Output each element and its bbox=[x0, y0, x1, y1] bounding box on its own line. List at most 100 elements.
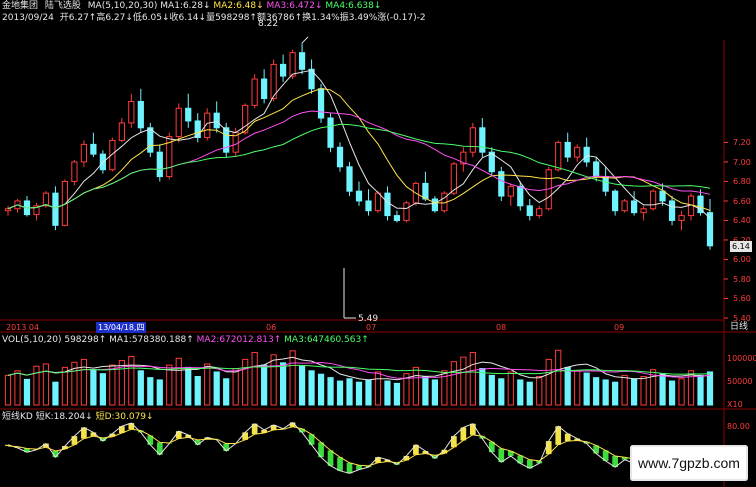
volume-bar bbox=[261, 364, 268, 406]
header-line-2: 2013/09/24 开6.27↑高6.27↓低6.05↓收6.14↓量5982… bbox=[2, 13, 426, 24]
volume-bar bbox=[52, 381, 59, 406]
volume-bar bbox=[166, 364, 173, 406]
candle-body bbox=[384, 192, 391, 217]
volume-bar bbox=[536, 376, 543, 406]
time-label-07: 07 bbox=[366, 323, 377, 332]
volume-bar bbox=[298, 365, 306, 406]
volume-bar bbox=[99, 373, 106, 406]
period-label[interactable]: 日线 bbox=[730, 322, 748, 333]
ma2-value: MA2:6.48↓ bbox=[213, 1, 264, 11]
volume-bar bbox=[687, 370, 695, 406]
volume-bar bbox=[270, 354, 277, 406]
volume-bar bbox=[479, 368, 486, 406]
candle-body bbox=[223, 127, 230, 153]
volume-bar bbox=[526, 381, 533, 406]
volume-bar bbox=[365, 379, 372, 406]
price-axis-label: 6.60 bbox=[733, 196, 751, 206]
volume-bar bbox=[545, 358, 552, 406]
volume-bar bbox=[574, 370, 581, 406]
candle-body bbox=[194, 120, 201, 139]
volume-bar bbox=[204, 363, 211, 406]
candle-body bbox=[175, 107, 182, 138]
volume-bar bbox=[640, 376, 647, 406]
candle-body bbox=[536, 208, 543, 217]
candle-body bbox=[42, 192, 50, 207]
volume-bar bbox=[517, 379, 524, 406]
time-label-08: 08 bbox=[496, 323, 507, 332]
vol-value: 598298↑ bbox=[64, 335, 107, 345]
candle-body bbox=[668, 200, 676, 221]
candle-body bbox=[80, 143, 88, 163]
candle-body bbox=[564, 141, 571, 158]
candle-body bbox=[526, 205, 533, 217]
time-label-cursor[interactable]: 13/04/18,四 bbox=[96, 322, 147, 333]
stock-name[interactable]: 金地集团 bbox=[2, 1, 38, 11]
candle-body bbox=[517, 185, 524, 207]
volume-bar bbox=[507, 371, 514, 406]
candle-body bbox=[393, 215, 401, 221]
candle-body bbox=[678, 215, 685, 221]
candle-body bbox=[593, 161, 600, 178]
volume-bar bbox=[593, 377, 600, 406]
candle-body bbox=[336, 146, 344, 168]
high-annotation: 8.22 bbox=[258, 19, 279, 29]
date-label: 2013/09/24 bbox=[2, 13, 54, 23]
price-axis-label: 6.80 bbox=[733, 177, 751, 187]
watermark-badge: www.7gpzb.com bbox=[630, 445, 748, 481]
candle-body bbox=[317, 88, 325, 119]
vol-ma3: MA3:647460.563↑ bbox=[284, 335, 369, 345]
volume-bar bbox=[460, 356, 467, 406]
candle-body bbox=[279, 63, 287, 77]
volume-bar bbox=[659, 373, 666, 406]
ma-params: MA(5,10,20,30) bbox=[87, 1, 158, 11]
price-axis-label: 5.60 bbox=[733, 294, 751, 304]
volume-bar bbox=[668, 380, 676, 406]
candle-body bbox=[52, 192, 59, 226]
volume-bar bbox=[678, 378, 685, 406]
vol-axis-50000: 50000 bbox=[727, 377, 753, 386]
candle-body bbox=[640, 208, 647, 214]
volume-bar bbox=[137, 370, 144, 406]
price-axis-label: 7.00 bbox=[733, 157, 751, 167]
volume-bar bbox=[602, 379, 609, 406]
volume-bar bbox=[232, 368, 239, 406]
volume-bar bbox=[308, 370, 315, 406]
volume-bar bbox=[14, 370, 21, 406]
volume-bar bbox=[412, 366, 420, 406]
volume-bar bbox=[4, 374, 12, 406]
volume-bar bbox=[42, 363, 50, 406]
candle-body bbox=[479, 127, 486, 153]
vol-axis-100000: 100000 bbox=[727, 354, 756, 363]
volume-bar bbox=[346, 378, 353, 406]
kd-d-value: 短D:30.079↓ bbox=[95, 412, 154, 422]
volume-bar bbox=[317, 373, 325, 406]
price-axis-label: 6.00 bbox=[733, 255, 751, 265]
candle-body bbox=[128, 100, 135, 124]
indicator-name[interactable]: 陆飞选股 bbox=[45, 1, 81, 11]
volume-bar bbox=[469, 352, 476, 406]
candle-body bbox=[365, 200, 372, 212]
price-axis-label: 7.20 bbox=[733, 138, 751, 148]
volume-bar bbox=[147, 377, 154, 406]
volume-bar bbox=[697, 374, 704, 406]
candle-body bbox=[602, 176, 609, 192]
vol-label: VOL(5,10,20) bbox=[2, 335, 62, 345]
header-line-1: 金地集团 陆飞选股 MA(5,10,20,30) MA1:6.28↓ MA2:6… bbox=[2, 1, 381, 12]
candle-body bbox=[327, 117, 334, 148]
vol-ma2: MA2:672012.813↑ bbox=[196, 335, 282, 345]
vol-ma1: MA1:578380.188↑ bbox=[109, 335, 194, 345]
volume-bar bbox=[242, 358, 249, 406]
volume-bar bbox=[213, 371, 220, 406]
volume-bar bbox=[327, 377, 334, 406]
volume-bar bbox=[422, 376, 429, 406]
volume-bar bbox=[384, 380, 391, 406]
candle-body bbox=[137, 100, 144, 129]
volume-header: VOL(5,10,20) 598298↑ MA1:578380.188↑ MA2… bbox=[2, 335, 369, 346]
candle-body bbox=[621, 200, 628, 212]
candle-body bbox=[261, 78, 268, 100]
volume-bar bbox=[80, 358, 88, 406]
high-marker bbox=[301, 36, 309, 44]
ohlc-summary: 开6.27↑高6.27↓低6.05↓收6.14↓量598298↑额36786↑换… bbox=[59, 13, 426, 23]
volume-bar bbox=[393, 382, 401, 406]
kd-header: 短线KD 短K:18.204↓ 短D:30.079↓ bbox=[2, 412, 154, 423]
